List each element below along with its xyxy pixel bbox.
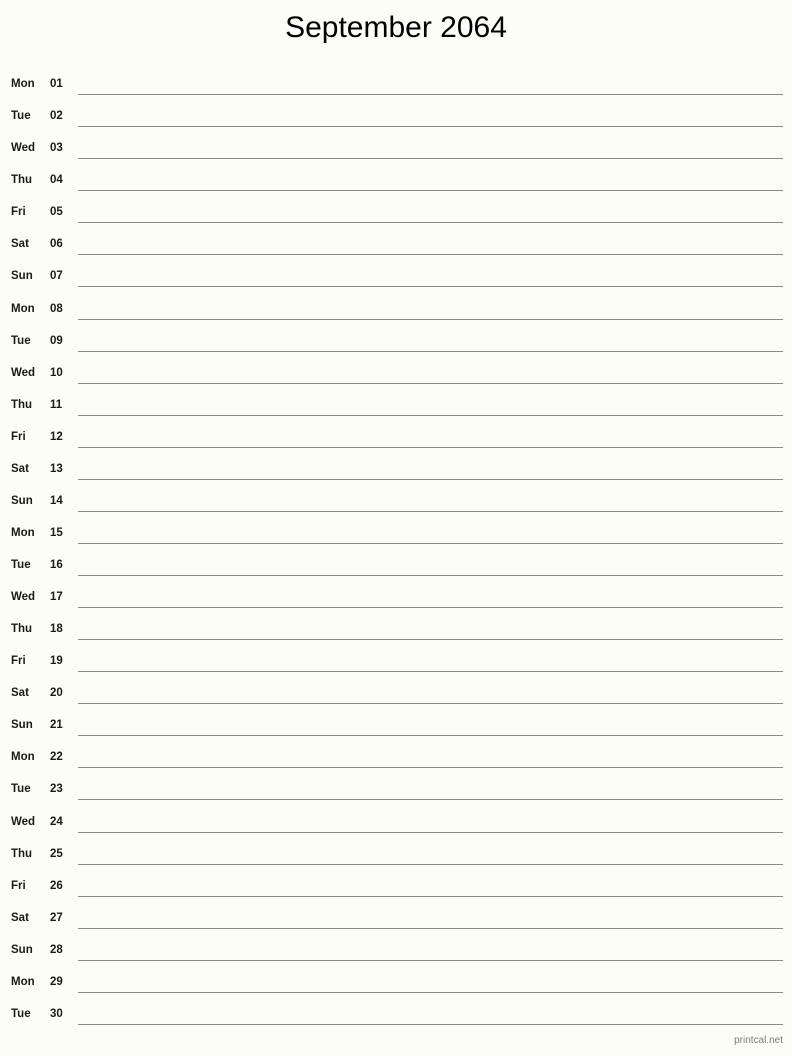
day-weekday-label: Sun (11, 719, 33, 732)
day-row[interactable]: Thu 25 (0, 833, 792, 865)
day-weekday-label: Thu (11, 623, 33, 636)
day-row[interactable]: Wed 10 (0, 352, 792, 384)
day-row[interactable]: Thu 11 (0, 384, 792, 416)
day-number-label: 17 (50, 591, 63, 604)
day-weekday-label: Tue (11, 1007, 31, 1020)
day-weekday-label: Mon (11, 526, 35, 539)
day-number-label: 09 (50, 334, 63, 347)
day-row[interactable]: Sat 06 (0, 223, 792, 256)
day-weekday-label: Thu (11, 847, 33, 860)
day-row[interactable]: Tue 09 (0, 320, 792, 352)
day-number-label: 16 (50, 559, 63, 571)
day-row[interactable]: Tue 23 (0, 768, 792, 801)
day-row[interactable]: Thu 04 (0, 159, 792, 192)
day-weekday-label: Wed (11, 815, 36, 828)
day-row[interactable]: Wed 03 (0, 127, 792, 160)
day-weekday-label: Wed (11, 366, 36, 379)
day-weekday-label: Wed (11, 591, 36, 604)
day-weekday-label: Sun (11, 270, 33, 283)
day-weekday-label: Mon (11, 302, 35, 315)
day-weekday-label: Sun (11, 494, 33, 507)
day-number-label: 10 (50, 366, 63, 379)
day-weekday-label: Sat (11, 911, 29, 924)
day-row[interactable]: Sun 14 (0, 480, 792, 512)
day-weekday-label: Fri (11, 206, 26, 219)
footer-credit: printcal.net (734, 1035, 783, 1046)
day-row[interactable]: Tue 16 (0, 544, 792, 576)
day-number-label: 04 (50, 174, 63, 187)
day-weekday-label: Sat (11, 462, 29, 475)
day-row[interactable]: Fri 12 (0, 416, 792, 448)
day-number-label: 12 (50, 430, 63, 443)
day-row[interactable]: Sat 13 (0, 448, 792, 480)
day-number-label: 26 (50, 879, 63, 892)
day-row[interactable]: Sun 21 (0, 704, 792, 737)
day-writing-line[interactable] (78, 1023, 783, 1025)
day-row[interactable]: Mon 01 (0, 63, 792, 96)
day-row[interactable]: Wed 17 (0, 576, 792, 609)
day-number-label: 21 (50, 719, 63, 732)
day-weekday-label: Mon (11, 751, 35, 764)
day-weekday-label: Mon (11, 78, 35, 91)
day-row[interactable]: Fri 05 (0, 191, 792, 224)
day-weekday-label: Fri (11, 879, 26, 892)
day-weekday-label: Tue (11, 559, 31, 571)
day-row[interactable]: Wed 24 (0, 800, 792, 833)
day-weekday-label: Thu (11, 174, 33, 187)
day-weekday-label: Thu (11, 398, 33, 411)
day-number-label: 28 (50, 943, 63, 956)
day-number-label: 22 (50, 751, 63, 764)
day-number-label: 29 (50, 975, 63, 988)
day-number-label: 05 (50, 206, 63, 219)
day-number-label: 24 (50, 815, 63, 828)
day-number-label: 23 (50, 783, 63, 796)
day-row-list: Mon 01 Tue 02 Wed 03 Thu 04 Fri 05 Sat 06 Sun 07 Mon 08… (0, 63, 792, 1025)
day-row[interactable]: Sat 27 (0, 897, 792, 929)
day-weekday-label: Tue (11, 783, 31, 796)
calendar-page: September 2064 Mon 01 Tue 02 Wed 03 Thu 04 Fri 05… (0, 0, 792, 1056)
day-row[interactable]: Thu 18 (0, 608, 792, 641)
day-number-label: 25 (50, 847, 63, 860)
day-row[interactable]: Tue 30 (0, 993, 792, 1025)
day-row[interactable]: Mon 29 (0, 961, 792, 993)
day-row[interactable]: Sat 20 (0, 672, 792, 705)
day-number-label: 07 (50, 270, 63, 283)
day-row[interactable]: Mon 08 (0, 287, 792, 320)
day-row[interactable]: Sun 07 (0, 255, 792, 288)
day-weekday-label: Tue (11, 110, 31, 123)
day-row[interactable]: Fri 26 (0, 865, 792, 897)
day-weekday-label: Sun (11, 943, 33, 956)
day-number-label: 18 (50, 623, 63, 636)
day-row[interactable]: Tue 02 (0, 95, 792, 128)
day-row[interactable]: Sun 28 (0, 929, 792, 961)
day-weekday-label: Mon (11, 975, 35, 988)
day-number-label: 08 (50, 302, 63, 315)
day-number-label: 06 (50, 238, 63, 251)
day-number-label: 03 (50, 142, 63, 155)
day-number-label: 30 (50, 1007, 63, 1020)
day-row[interactable]: Fri 19 (0, 640, 792, 673)
day-weekday-label: Tue (11, 334, 31, 347)
day-row[interactable]: Mon 15 (0, 512, 792, 544)
day-weekday-label: Sat (11, 238, 29, 251)
day-number-label: 01 (50, 78, 63, 91)
day-number-label: 20 (50, 687, 63, 700)
day-weekday-label: Fri (11, 655, 26, 668)
day-number-label: 11 (50, 398, 63, 411)
day-row[interactable]: Mon 22 (0, 736, 792, 769)
day-weekday-label: Fri (11, 430, 26, 443)
day-number-label: 15 (50, 526, 63, 539)
day-number-label: 13 (50, 462, 63, 475)
day-weekday-label: Sat (11, 687, 29, 700)
day-number-label: 14 (50, 494, 63, 507)
day-weekday-label: Wed (11, 142, 36, 155)
day-number-label: 02 (50, 110, 63, 123)
day-number-label: 19 (50, 655, 63, 668)
page-title: September 2064 (285, 11, 507, 44)
day-number-label: 27 (50, 911, 63, 924)
